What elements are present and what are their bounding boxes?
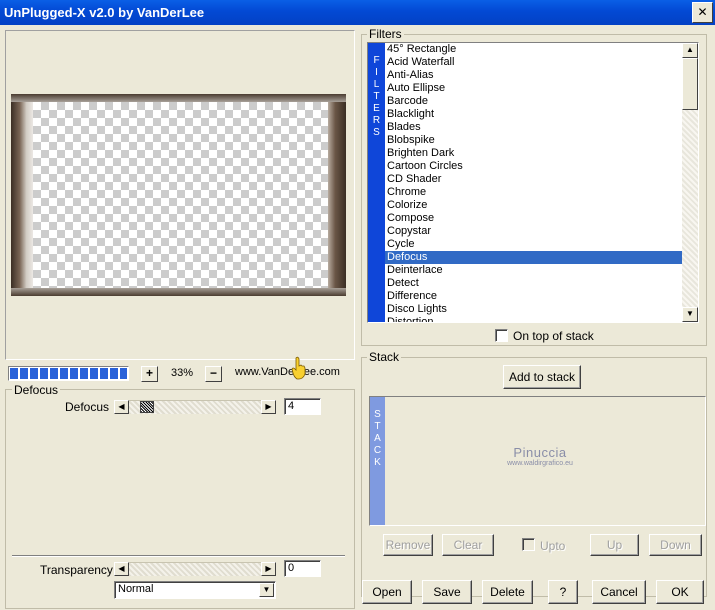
filters-letter: F (373, 55, 380, 66)
cancel-button[interactable]: Cancel (592, 580, 646, 604)
stack-letter: K (374, 457, 381, 468)
vanderlee-link[interactable]: www.VanDerLee.com (235, 366, 340, 378)
transparency-label: Transparency (40, 563, 113, 577)
add-to-stack-button[interactable]: Add to stack (503, 365, 581, 389)
down-button[interactable]: Down (649, 534, 702, 556)
filter-list-item[interactable]: 45° Rectangle (385, 43, 682, 56)
filter-list-item[interactable]: Deinterlace (385, 264, 682, 277)
upto-label: Upto (540, 539, 566, 553)
filters-letter: T (373, 91, 380, 102)
transparency-checkerboard (33, 102, 328, 288)
watermark: Pinuccia www.waldirgrafico.eu (470, 445, 610, 467)
hand-cursor-icon (291, 356, 306, 380)
transparency-value-input[interactable]: 0 (284, 560, 321, 577)
filter-list[interactable]: FILTERS 45° Rectangle Acid Waterfall Anti-… (367, 42, 699, 323)
filter-list-item[interactable]: Blades (385, 121, 682, 134)
plugin-window: + 33% − www.VanDerLee.com Defocus Defocu… (0, 25, 715, 610)
chevron-down-icon[interactable]: ▼ (259, 583, 274, 597)
ok-button[interactable]: OK (656, 580, 704, 604)
params-divider (12, 555, 345, 556)
stack-letter: S (374, 409, 381, 420)
filter-list-item[interactable]: Cycle (385, 238, 682, 251)
open-button[interactable]: Open (362, 580, 412, 604)
stack-letter: T (374, 421, 381, 432)
scroll-down-button[interactable]: ▼ (682, 307, 698, 322)
filter-items: 45° Rectangle Acid Waterfall Anti-Alias Aut… (385, 43, 682, 322)
zoom-level: 33% (170, 367, 194, 379)
preview-panel[interactable] (5, 30, 355, 360)
up-button[interactable]: Up (590, 534, 639, 556)
filters-letter: R (372, 115, 381, 126)
filter-list-item[interactable]: Compose (385, 212, 682, 225)
stack-letter: C (373, 445, 382, 456)
transparency-slider[interactable] (129, 562, 261, 576)
filter-list-item[interactable]: Difference (385, 290, 682, 303)
on-top-of-stack-checkbox[interactable] (495, 329, 508, 342)
progress-fill (10, 368, 127, 379)
defocus-label: Defocus (65, 400, 110, 414)
filter-list-item[interactable]: Colorize (385, 199, 682, 212)
transparency-increase-button[interactable]: ▶ (261, 562, 276, 576)
clear-button[interactable]: Clear (442, 534, 494, 556)
filter-list-item[interactable]: Distortion (385, 316, 682, 322)
filter-list-scrollbar[interactable]: ▲ ▼ (682, 43, 698, 322)
delete-button[interactable]: Delete (482, 580, 533, 604)
filters-vertical-label: FILTERS (368, 43, 385, 322)
zoom-in-button[interactable]: + (141, 366, 158, 382)
render-progress-bar (8, 366, 129, 381)
stack-vertical-label: STACK (370, 397, 385, 525)
stack-list[interactable]: STACK Pinuccia www.waldirgrafico.eu (369, 396, 706, 526)
defocus-decrease-button[interactable]: ◀ (114, 400, 129, 414)
filter-list-item[interactable]: Defocus (385, 251, 682, 264)
filter-list-item[interactable]: Blobspike (385, 134, 682, 147)
filters-letter: S (373, 127, 380, 138)
filter-list-item[interactable]: Anti-Alias (385, 69, 682, 82)
filters-letter: L (373, 79, 380, 90)
filter-list-item[interactable]: Chrome (385, 186, 682, 199)
filter-list-item[interactable]: Cartoon Circles (385, 160, 682, 173)
watermark-url: www.waldirgrafico.eu (507, 460, 573, 467)
filter-list-item[interactable]: CD Shader (385, 173, 682, 186)
scrollbar-thumb[interactable] (682, 58, 698, 110)
blend-mode-value: Normal (118, 583, 154, 595)
close-button[interactable]: ✕ (692, 2, 713, 23)
defocus-slider-thumb[interactable] (140, 401, 154, 413)
stack-group-label: Stack (367, 350, 402, 364)
on-top-of-stack-label: On top of stack (513, 329, 594, 343)
filter-list-item[interactable]: Brighten Dark (385, 147, 682, 160)
filters-letter: E (373, 103, 380, 114)
filter-list-item[interactable]: Acid Waterfall (385, 56, 682, 69)
filter-list-item[interactable]: Auto Ellipse (385, 82, 682, 95)
filter-list-item[interactable]: Blacklight (385, 108, 682, 121)
remove-button[interactable]: Remove (383, 534, 433, 556)
filter-list-item[interactable]: Detect (385, 277, 682, 290)
stack-letter: A (374, 433, 381, 444)
params-group-label: Defocus (12, 383, 61, 397)
defocus-value-input[interactable]: 4 (284, 398, 321, 415)
preview-image (11, 94, 346, 296)
title-bar: UnPlugged-X v2.0 by VanDerLee ✕ (0, 0, 715, 25)
scroll-up-button[interactable]: ▲ (682, 43, 698, 58)
watermark-name: Pinuccia (513, 445, 567, 460)
defocus-slider[interactable] (129, 400, 261, 414)
transparency-decrease-button[interactable]: ◀ (114, 562, 129, 576)
zoom-out-button[interactable]: − (205, 366, 222, 382)
filter-list-item[interactable]: Copystar (385, 225, 682, 238)
blend-mode-select[interactable]: Normal ▼ (114, 581, 276, 599)
upto-checkbox[interactable] (522, 538, 535, 551)
save-button[interactable]: Save (422, 580, 472, 604)
filter-list-item[interactable]: Barcode (385, 95, 682, 108)
defocus-increase-button[interactable]: ▶ (261, 400, 276, 414)
filters-group-label: Filters (367, 27, 404, 41)
filter-list-item[interactable]: Disco Lights (385, 303, 682, 316)
help-button[interactable]: ? (548, 580, 578, 604)
window-title: UnPlugged-X v2.0 by VanDerLee (4, 5, 205, 20)
filters-letter: I (375, 67, 378, 78)
